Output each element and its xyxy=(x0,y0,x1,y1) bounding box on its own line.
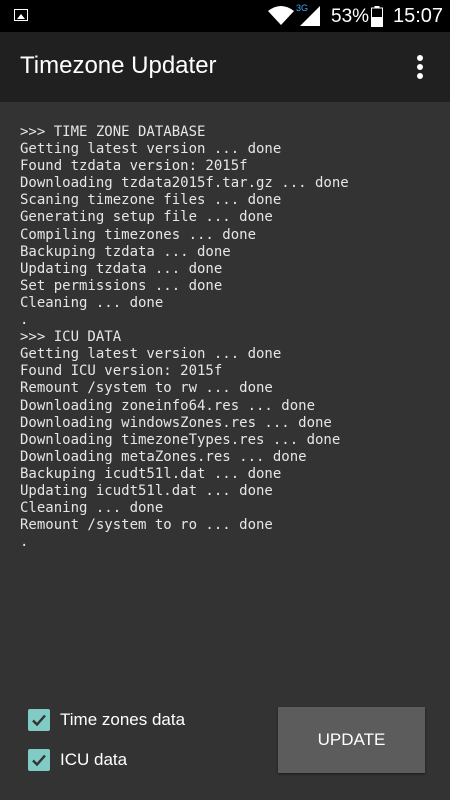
time-zones-checkbox[interactable] xyxy=(28,709,50,731)
log-line: Getting latest version ... done xyxy=(20,141,282,158)
log-line: Found tzdata version: 2015f xyxy=(20,158,248,175)
check-icon xyxy=(32,754,46,767)
log-line: >>> ICU DATA xyxy=(20,329,122,346)
wifi-icon xyxy=(268,6,294,25)
signal-icon xyxy=(300,6,320,26)
log-line: Backuping tzdata ... done xyxy=(20,243,231,260)
log-line: >>> TIME ZONE DATABASE xyxy=(20,124,206,140)
log-line: Cleaning ... done xyxy=(20,500,164,517)
time-zones-label: Time zones data xyxy=(60,710,186,729)
more-vert-icon[interactable] xyxy=(404,50,436,84)
log-line: Downloading tzdata2015f.tar.gz ... done xyxy=(20,175,349,192)
log-line: Scaning timezone files ... done xyxy=(20,192,282,209)
log-line: Cleaning ... done xyxy=(20,294,164,311)
app-bar: Timezone Updater xyxy=(0,32,450,102)
log-line: Backuping icudt51l.dat ... done xyxy=(20,465,282,482)
log-line: Updating icudt51l.dat ... done xyxy=(20,482,273,499)
log-line: Remount /system to ro ... done xyxy=(20,517,273,534)
clock: 15:07 xyxy=(393,5,444,27)
battery-percent: 53% xyxy=(331,6,370,27)
log-line: Downloading zoneinfo64.res ... done xyxy=(20,397,316,414)
update-log: >>> TIME ZONE DATABASE Getting latest ver… xyxy=(20,124,440,551)
status-bar: 3G 53% 15:07 xyxy=(0,0,450,32)
log-line: Remount /system to rw ... done xyxy=(20,380,273,397)
time-zones-option[interactable]: Time zones data xyxy=(28,707,185,733)
log-line: Downloading metaZones.res ... done xyxy=(20,448,307,465)
log-line: Set permissions ... done xyxy=(20,277,223,294)
image-notification-icon xyxy=(14,9,28,21)
log-line: Generating setup file ... done xyxy=(20,209,273,226)
log-line: Downloading windowsZones.res ... done xyxy=(20,414,332,431)
log-line: . xyxy=(20,312,29,329)
log-line: . xyxy=(20,534,29,551)
log-line: Getting latest version ... done xyxy=(20,346,282,363)
app-title: Timezone Updater xyxy=(20,52,217,79)
check-icon xyxy=(32,714,46,727)
battery-icon xyxy=(371,6,383,27)
update-button[interactable]: UPDATE xyxy=(278,707,425,773)
log-line: Downloading timezoneTypes.res ... done xyxy=(20,431,341,448)
icu-checkbox[interactable] xyxy=(28,749,50,771)
log-line: Compiling timezones ... done xyxy=(20,226,257,243)
log-line: Found ICU version: 2015f xyxy=(20,363,223,380)
icu-option[interactable]: ICU data xyxy=(28,747,127,773)
icu-label: ICU data xyxy=(60,750,128,769)
log-line: Updating tzdata ... done xyxy=(20,260,223,277)
